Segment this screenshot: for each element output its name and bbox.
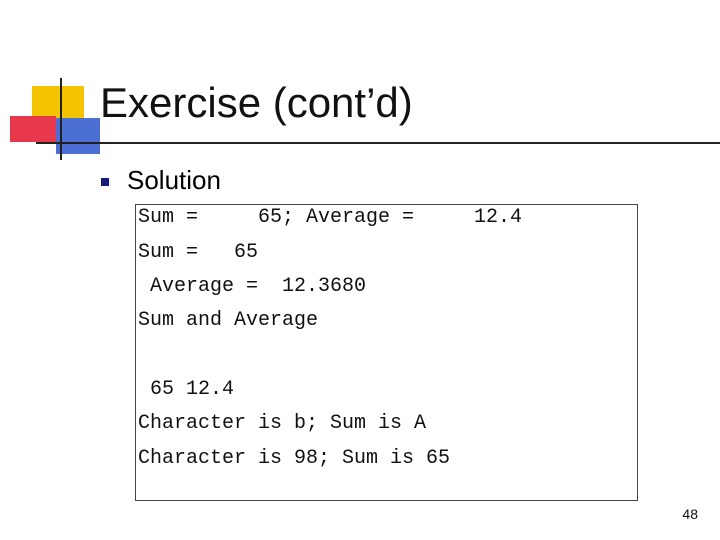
output-line-4: Sum and Average bbox=[138, 309, 319, 332]
decor-blue-square bbox=[56, 118, 100, 154]
square-bullet-icon bbox=[101, 178, 109, 186]
decor-vertical-line bbox=[60, 78, 62, 160]
title-underline bbox=[36, 142, 720, 144]
program-output-box: Sum = 65; Average = 12.4 Sum = 65 Averag… bbox=[135, 204, 638, 501]
output-line-7: Character is b; Sum is A bbox=[138, 412, 427, 435]
output-line-6: 65 12.4 bbox=[138, 378, 235, 401]
slide-title: Exercise (cont’d) bbox=[100, 79, 413, 126]
output-line-1: Sum = 65; Average = 12.4 bbox=[138, 206, 523, 229]
output-line-8: Character is 98; Sum is 65 bbox=[138, 447, 451, 470]
bullet-text-solution: Solution bbox=[127, 165, 221, 195]
decor-red-bar bbox=[10, 116, 56, 142]
output-line-3: Average = 12.3680 bbox=[138, 275, 367, 298]
output-line-2: Sum = 65 bbox=[138, 241, 259, 264]
page-number: 48 bbox=[682, 506, 698, 522]
